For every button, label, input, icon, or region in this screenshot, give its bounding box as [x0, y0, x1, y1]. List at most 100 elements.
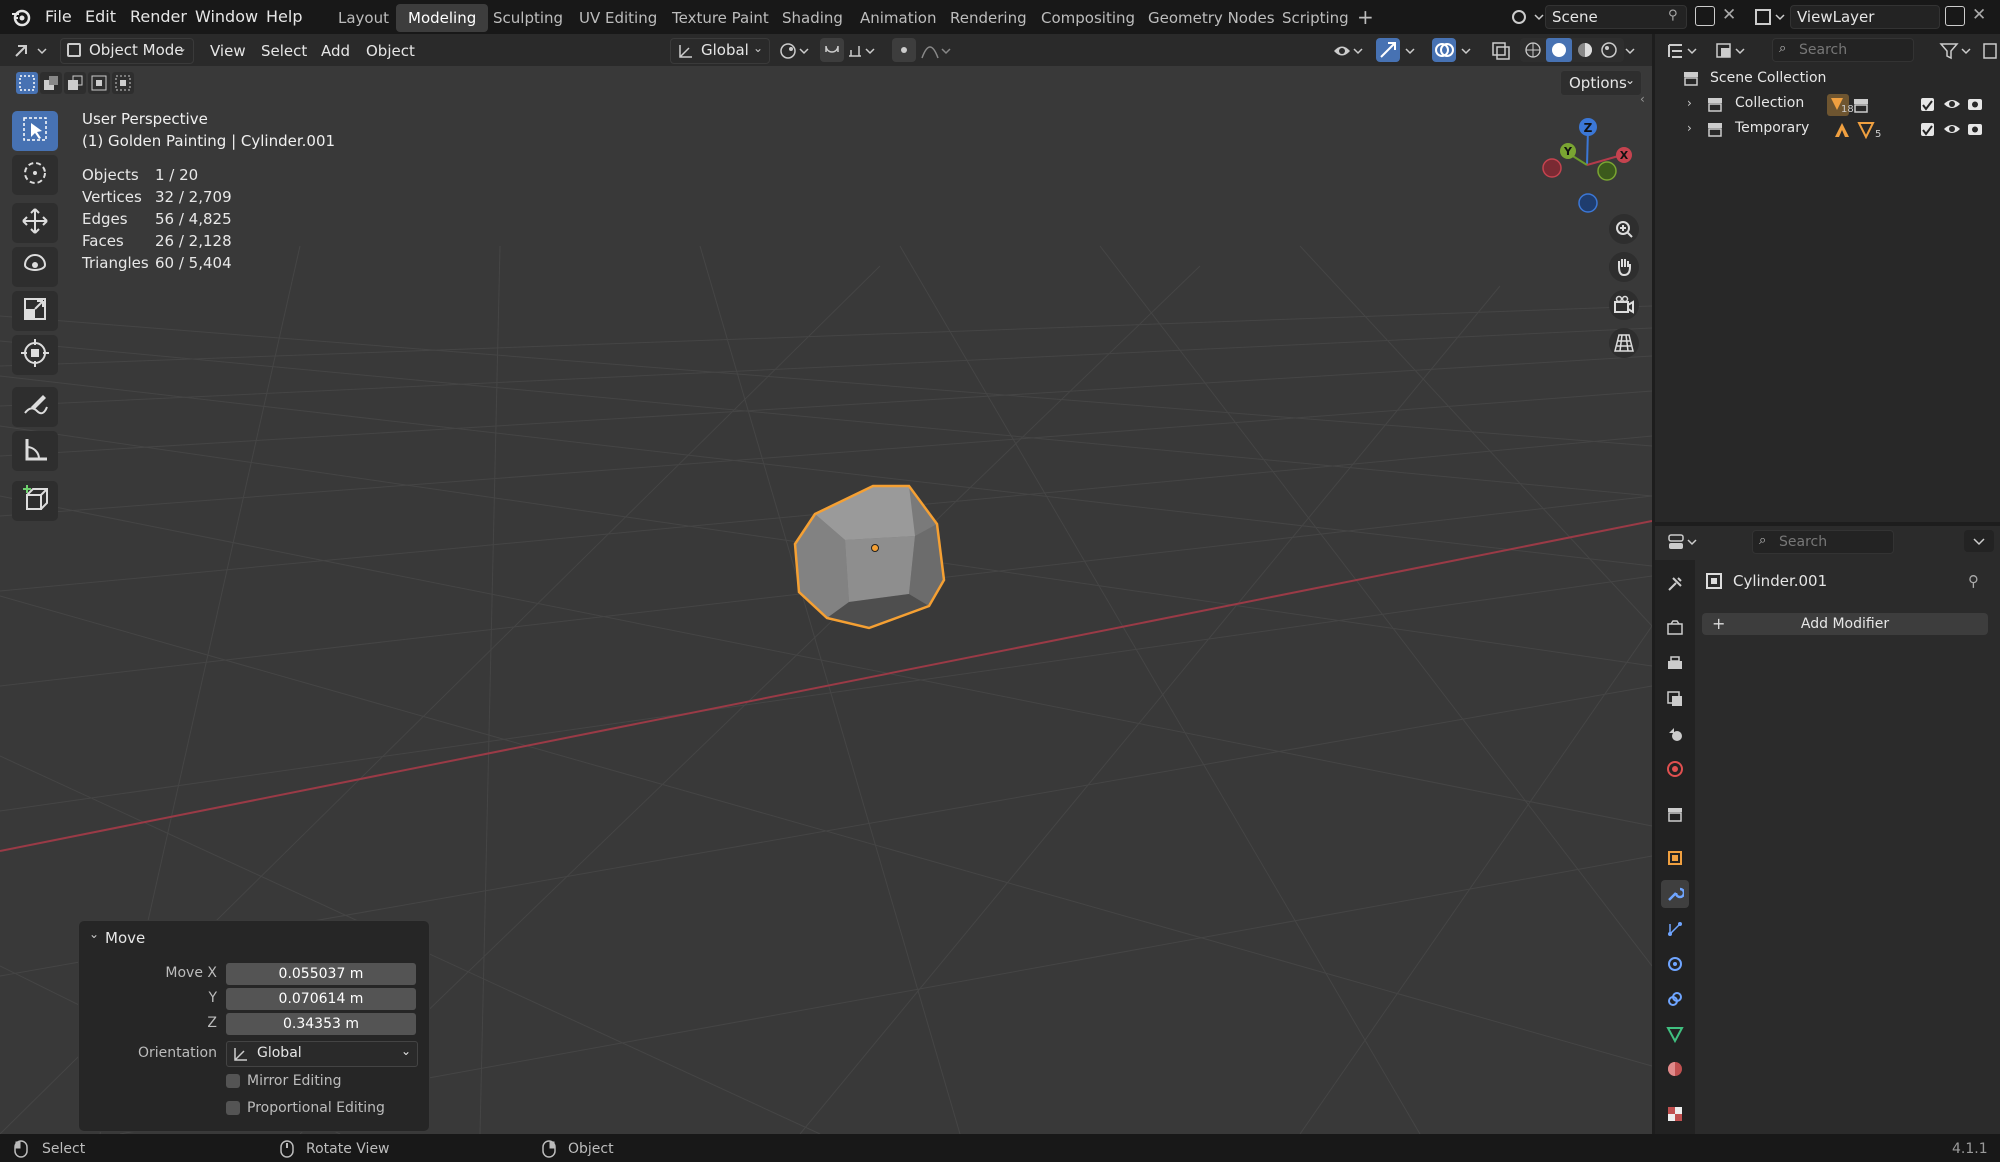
- pin-icon[interactable]: ⚲: [1668, 8, 1678, 23]
- menu-window[interactable]: Window: [195, 0, 258, 34]
- navigation-gizmo[interactable]: Z X Y: [1535, 111, 1635, 216]
- zoom-icon[interactable]: [1609, 214, 1639, 244]
- select-box-tool[interactable]: [12, 111, 58, 151]
- perspective-toggle-icon[interactable]: [1609, 328, 1639, 358]
- new-view-layer-icon[interactable]: [1945, 6, 1965, 26]
- world-tab-icon[interactable]: [1661, 755, 1689, 783]
- menu-file[interactable]: File: [45, 0, 72, 34]
- overlays-toggle-icon[interactable]: [1432, 38, 1456, 62]
- modifier-wrench-tab-icon[interactable]: [1661, 880, 1689, 908]
- material-shading-icon[interactable]: [1576, 41, 1594, 63]
- view-layer-icon[interactable]: [1752, 5, 1788, 29]
- options-dropdown[interactable]: Options ⌄: [1560, 70, 1642, 96]
- filter-icon[interactable]: [1938, 40, 1976, 62]
- camera-view-icon[interactable]: [1609, 290, 1639, 320]
- add-modifier-button[interactable]: + Add Modifier: [1702, 613, 1988, 635]
- delete-scene-icon[interactable]: ✕: [1722, 5, 1736, 25]
- menu-object[interactable]: Object: [366, 38, 415, 64]
- include-checkbox[interactable]: [1921, 98, 1934, 111]
- transform-orientation-dropdown[interactable]: Global ⌄: [670, 38, 770, 64]
- move-tool[interactable]: [12, 203, 58, 243]
- measure-tool[interactable]: [12, 431, 58, 471]
- move-y-field[interactable]: 0.070614 m: [226, 988, 416, 1010]
- tab-modeling[interactable]: Modeling: [396, 4, 489, 32]
- constraints-tab-icon[interactable]: [1661, 985, 1689, 1013]
- data-mesh-tab-icon[interactable]: [1661, 1020, 1689, 1048]
- view-layer-field[interactable]: ViewLayer: [1790, 5, 1940, 29]
- menu-view[interactable]: View: [210, 38, 246, 64]
- select-subtract-icon[interactable]: [64, 72, 86, 94]
- overlays-dropdown-icon[interactable]: [1458, 40, 1478, 62]
- solid-shading-icon[interactable]: [1546, 38, 1572, 62]
- sidebar-toggle-icon[interactable]: ‹: [1640, 92, 1645, 106]
- add-cube-tool[interactable]: [12, 481, 58, 521]
- cursor-tool[interactable]: [12, 155, 58, 195]
- render-camera-icon[interactable]: [1967, 121, 1983, 141]
- xray-toggle-icon[interactable]: [1490, 40, 1512, 62]
- tool-tab-icon[interactable]: [1661, 570, 1689, 598]
- physics-tab-icon[interactable]: [1661, 950, 1689, 978]
- outliner-row-temporary[interactable]: › Temporary 5: [1665, 119, 2000, 141]
- scene-name-field[interactable]: Scene: [1545, 5, 1687, 29]
- delete-view-layer-icon[interactable]: ✕: [1972, 5, 1986, 25]
- collection-tab-icon[interactable]: [1661, 800, 1689, 828]
- outliner-editor-type-icon[interactable]: [1666, 40, 1704, 62]
- transform-tool[interactable]: [12, 335, 58, 375]
- move-z-field[interactable]: 0.34353 m: [226, 1013, 416, 1035]
- blender-logo-icon[interactable]: [10, 6, 32, 28]
- menu-edit[interactable]: Edit: [85, 0, 116, 34]
- annotate-tool[interactable]: [12, 387, 58, 427]
- orientation-dropdown[interactable]: Global ⌄: [226, 1041, 418, 1067]
- proportional-edit-icon[interactable]: [892, 38, 916, 62]
- render-tab-icon[interactable]: [1661, 614, 1689, 642]
- move-x-field[interactable]: 0.055037 m: [226, 963, 416, 985]
- tab-animation[interactable]: Animation: [848, 4, 948, 32]
- display-mode-icon[interactable]: [1714, 40, 1752, 62]
- scene-collection-row[interactable]: Scene Collection: [1683, 70, 1826, 90]
- falloff-icon[interactable]: [920, 40, 954, 62]
- new-collection-icon[interactable]: [1982, 40, 1998, 62]
- tab-uv-editing[interactable]: UV Editing: [567, 4, 669, 32]
- select-intersect-icon[interactable]: [112, 72, 134, 94]
- select-extend-icon[interactable]: [40, 72, 62, 94]
- material-tab-icon[interactable]: [1661, 1055, 1689, 1083]
- outliner-row-collection[interactable]: › Collection 18: [1665, 94, 2000, 116]
- texture-tab-icon[interactable]: [1661, 1100, 1689, 1128]
- view-layer-tab-icon[interactable]: [1661, 685, 1689, 713]
- gizmo-dropdown-icon[interactable]: [1402, 40, 1422, 62]
- select-invert-icon[interactable]: [88, 72, 110, 94]
- visibility-icon[interactable]: [1332, 40, 1366, 62]
- tab-texture-paint[interactable]: Texture Paint: [660, 4, 781, 32]
- pivot-point-icon[interactable]: [778, 40, 812, 62]
- include-checkbox[interactable]: [1921, 123, 1934, 136]
- tab-sculpting[interactable]: Sculpting: [481, 4, 575, 32]
- properties-search-input[interactable]: ⌕ Search: [1752, 530, 1894, 554]
- menu-add[interactable]: Add: [321, 38, 350, 64]
- output-tab-icon[interactable]: [1661, 650, 1689, 678]
- tab-compositing[interactable]: Compositing: [1029, 4, 1147, 32]
- tab-geometry-nodes[interactable]: Geometry Nodes: [1136, 4, 1287, 32]
- editor-type-icon[interactable]: [12, 40, 52, 62]
- menu-render[interactable]: Render: [130, 0, 187, 34]
- selected-cylinder-object[interactable]: [785, 482, 965, 642]
- rendered-shading-icon[interactable]: [1600, 41, 1618, 63]
- pan-hand-icon[interactable]: [1609, 252, 1639, 282]
- tab-shading[interactable]: Shading: [770, 4, 855, 32]
- eye-icon[interactable]: [1943, 96, 1961, 116]
- gizmo-toggle-icon[interactable]: [1376, 38, 1400, 62]
- menu-help[interactable]: Help: [266, 0, 302, 34]
- render-camera-icon[interactable]: [1967, 96, 1983, 116]
- chevron-down-icon[interactable]: ⌄: [89, 927, 99, 941]
- shading-dropdown-icon[interactable]: [1622, 40, 1642, 62]
- menu-select[interactable]: Select: [261, 38, 307, 64]
- scene-tab-icon[interactable]: [1661, 720, 1689, 748]
- mirror-editing-checkbox[interactable]: [226, 1074, 240, 1088]
- tab-rendering[interactable]: Rendering: [938, 4, 1039, 32]
- properties-options-icon[interactable]: [1964, 530, 1994, 552]
- rotate-tool[interactable]: [12, 247, 58, 287]
- pin-icon[interactable]: ⚲: [1968, 572, 1979, 590]
- select-new-icon[interactable]: [16, 72, 38, 94]
- properties-editor-type-icon[interactable]: [1666, 530, 1704, 554]
- new-scene-icon[interactable]: [1695, 6, 1715, 26]
- mode-dropdown[interactable]: Object Mode ⌄: [60, 38, 194, 64]
